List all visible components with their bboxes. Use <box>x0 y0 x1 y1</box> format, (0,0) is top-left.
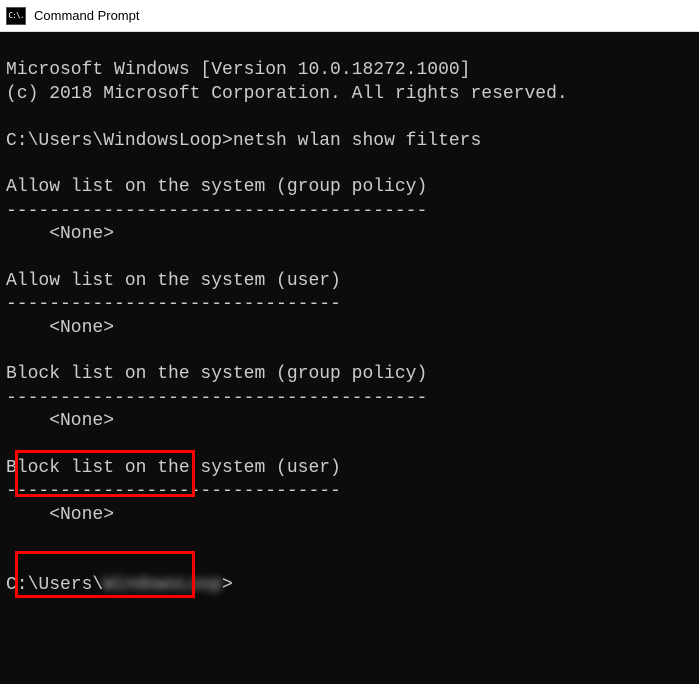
block-user-content: <None> <box>6 505 114 525</box>
hidden-username: WindowsLoop <box>103 574 222 597</box>
allow-gp-divider: --------------------------------------- <box>6 201 427 221</box>
window-title-bar: C:\. Command Prompt <box>0 0 699 32</box>
cmd-icon: C:\. <box>6 7 26 25</box>
version-line: Microsoft Windows [Version 10.0.18272.10… <box>6 60 470 80</box>
terminal-output[interactable]: Microsoft Windows [Version 10.0.18272.10… <box>0 32 699 684</box>
command-text: netsh wlan show filters <box>233 131 481 151</box>
prompt-line-2: C:\Users\WindowsLoop> <box>6 575 233 595</box>
allow-user-title: Allow list on the system (user) <box>6 271 341 291</box>
block-user-title: Block list on the system (user) <box>6 458 341 478</box>
prompt-end: > <box>222 575 233 595</box>
block-user-divider: ------------------------------- <box>6 481 341 501</box>
allow-user-content: <None> <box>6 318 114 338</box>
prompt-line-1: C:\Users\WindowsLoop>netsh wlan show fil… <box>6 131 481 151</box>
allow-user-divider: ------------------------------- <box>6 294 341 314</box>
block-gp-title: Block list on the system (group policy) <box>6 364 427 384</box>
prompt-path: C:\Users\WindowsLoop> <box>6 131 233 151</box>
prompt-path-2: C:\Users\ <box>6 575 103 595</box>
allow-gp-title: Allow list on the system (group policy) <box>6 177 427 197</box>
allow-gp-content: <None> <box>6 224 114 244</box>
block-gp-content: <None> <box>6 411 114 431</box>
block-gp-divider: --------------------------------------- <box>6 388 427 408</box>
window-title: Command Prompt <box>34 8 139 23</box>
copyright-line: (c) 2018 Microsoft Corporation. All righ… <box>6 84 568 104</box>
